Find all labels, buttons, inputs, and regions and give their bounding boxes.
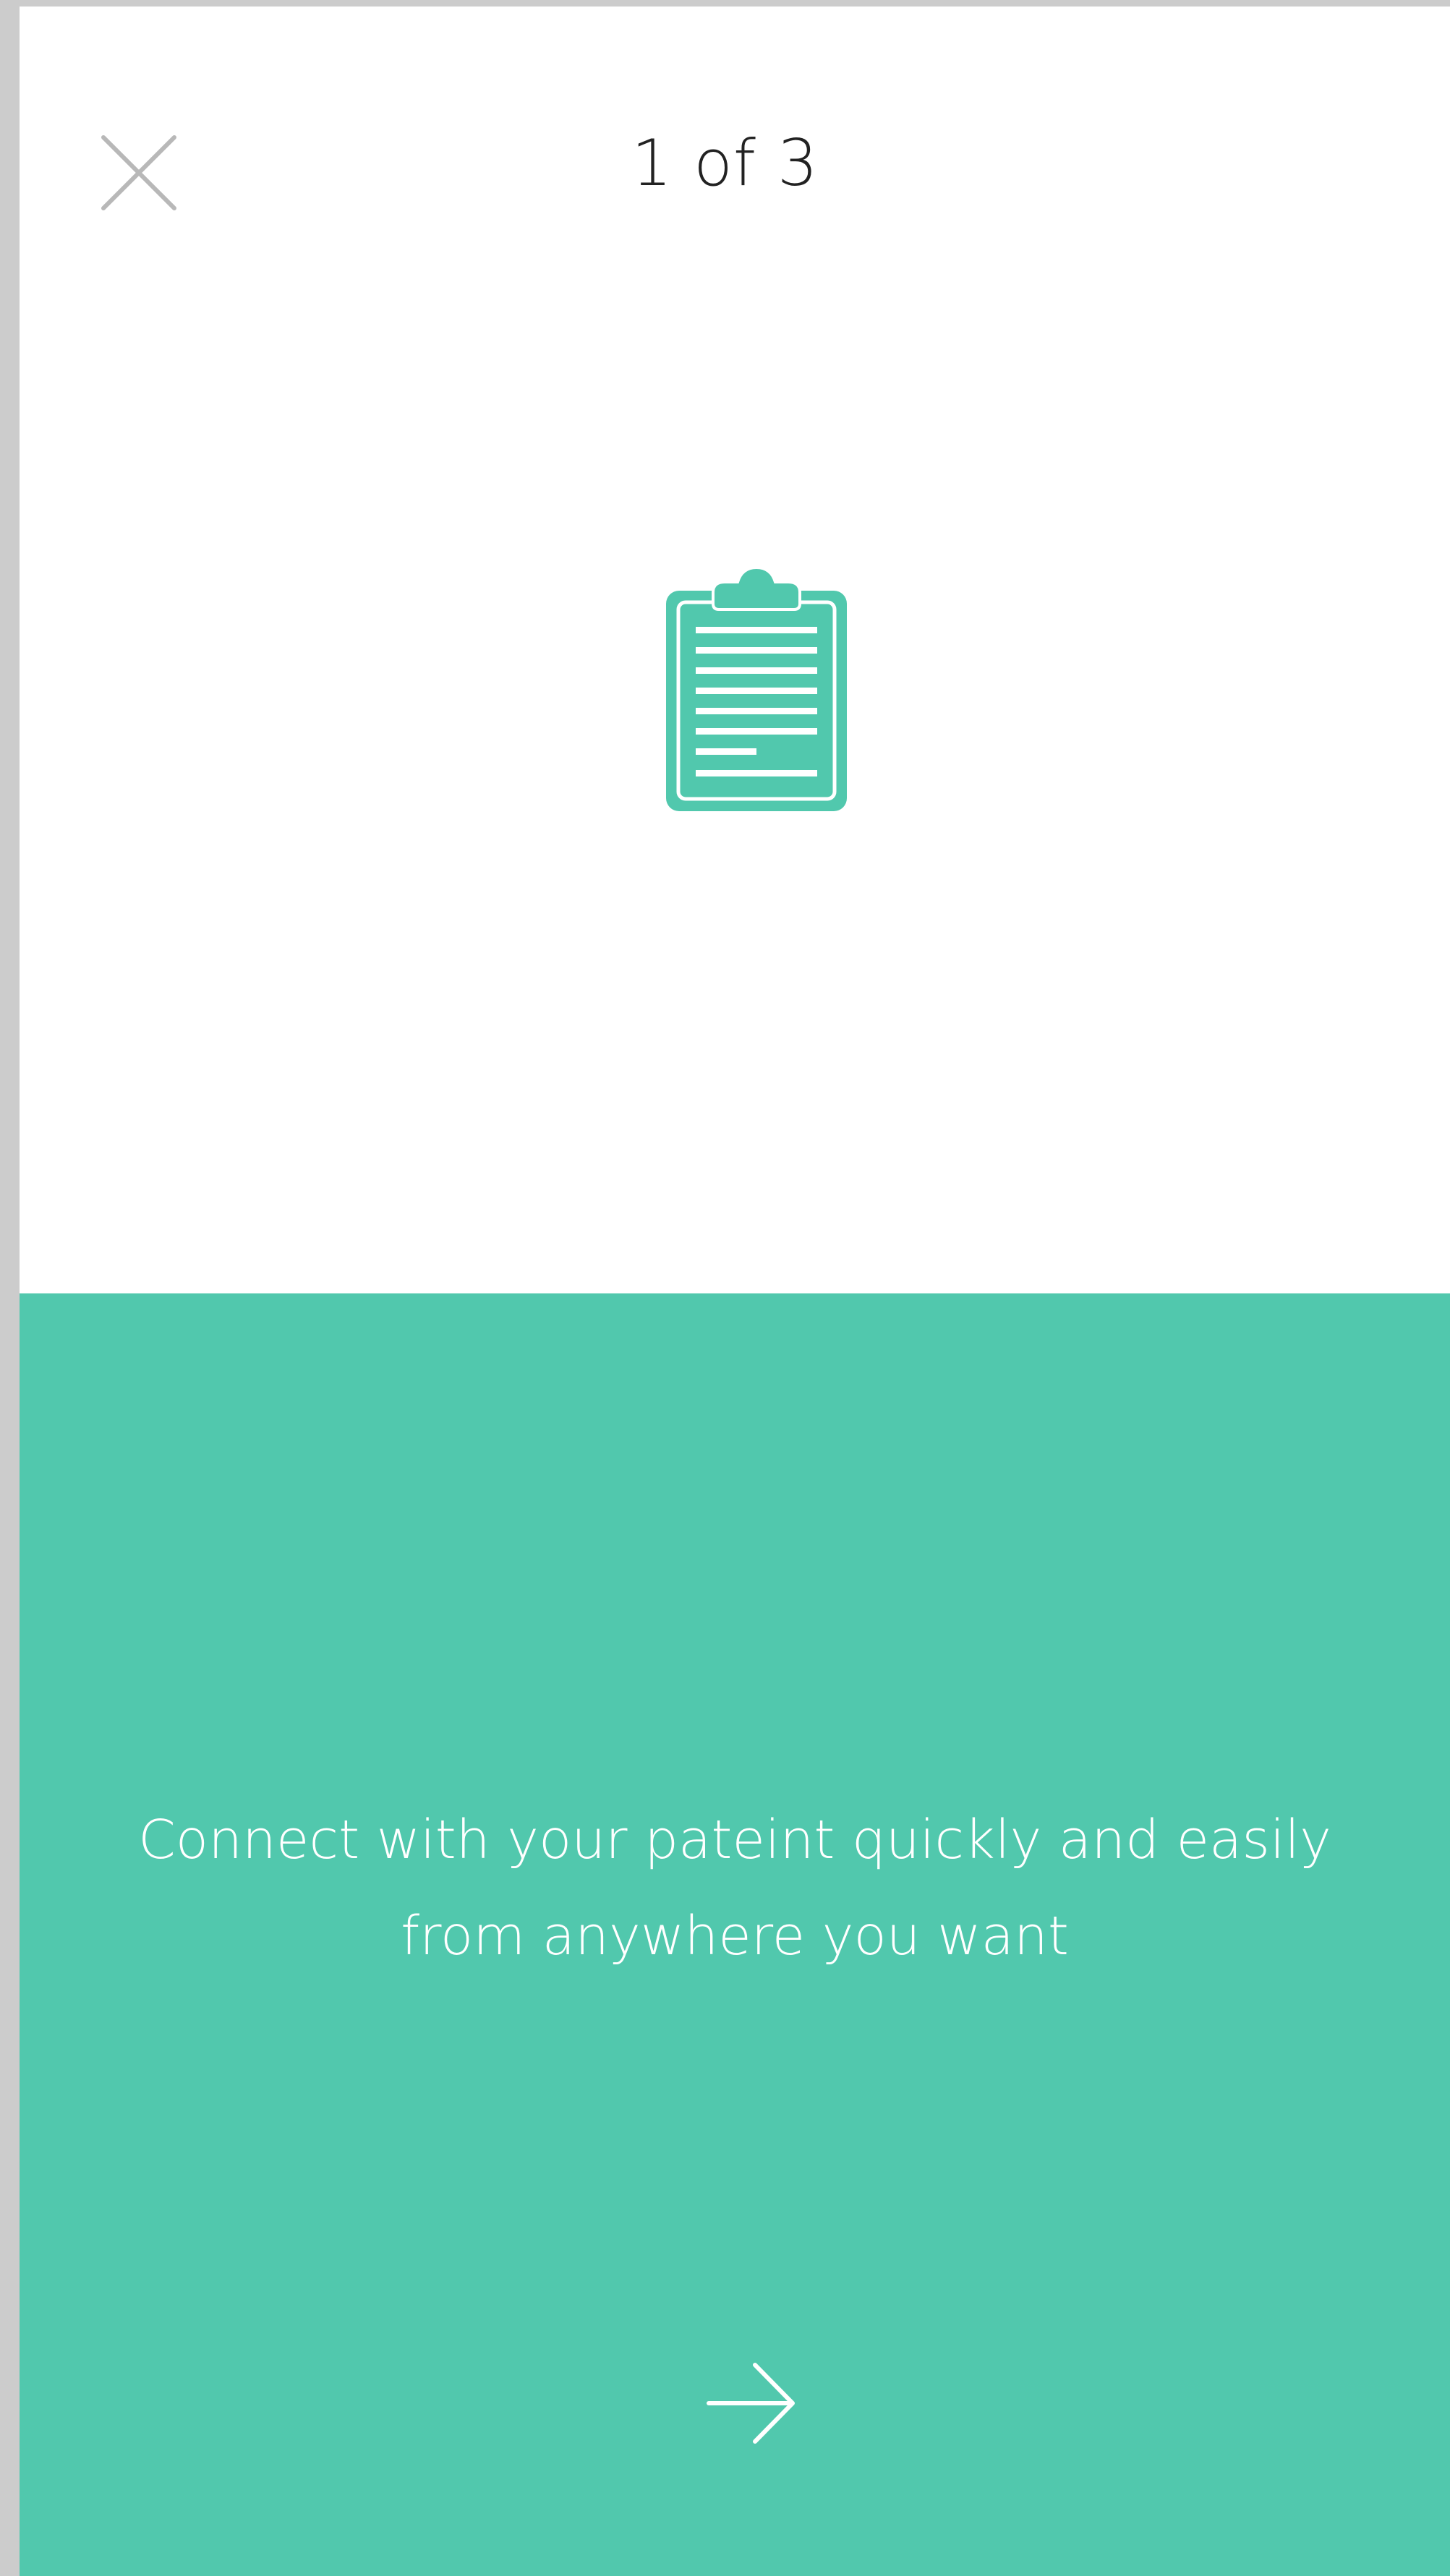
arrow-right-icon xyxy=(707,2363,795,2444)
message-line-2: from anywhere you want xyxy=(401,1905,1069,1967)
onboarding-screen: 1 of 3 Connect with your pateint quickly… xyxy=(20,7,1450,2576)
clipboard-icon xyxy=(666,565,847,811)
clipboard-illustration xyxy=(662,562,850,815)
next-button[interactable] xyxy=(696,2356,804,2450)
message-line-1: Connect with your pateint quickly and ea… xyxy=(138,1809,1331,1871)
step-indicator: 1 of 3 xyxy=(631,126,819,200)
onboarding-message: Connect with your pateint quickly and ea… xyxy=(63,1792,1407,1985)
top-panel: 1 of 3 xyxy=(20,7,1450,1293)
message-panel: Connect with your pateint quickly and ea… xyxy=(20,1293,1450,2576)
